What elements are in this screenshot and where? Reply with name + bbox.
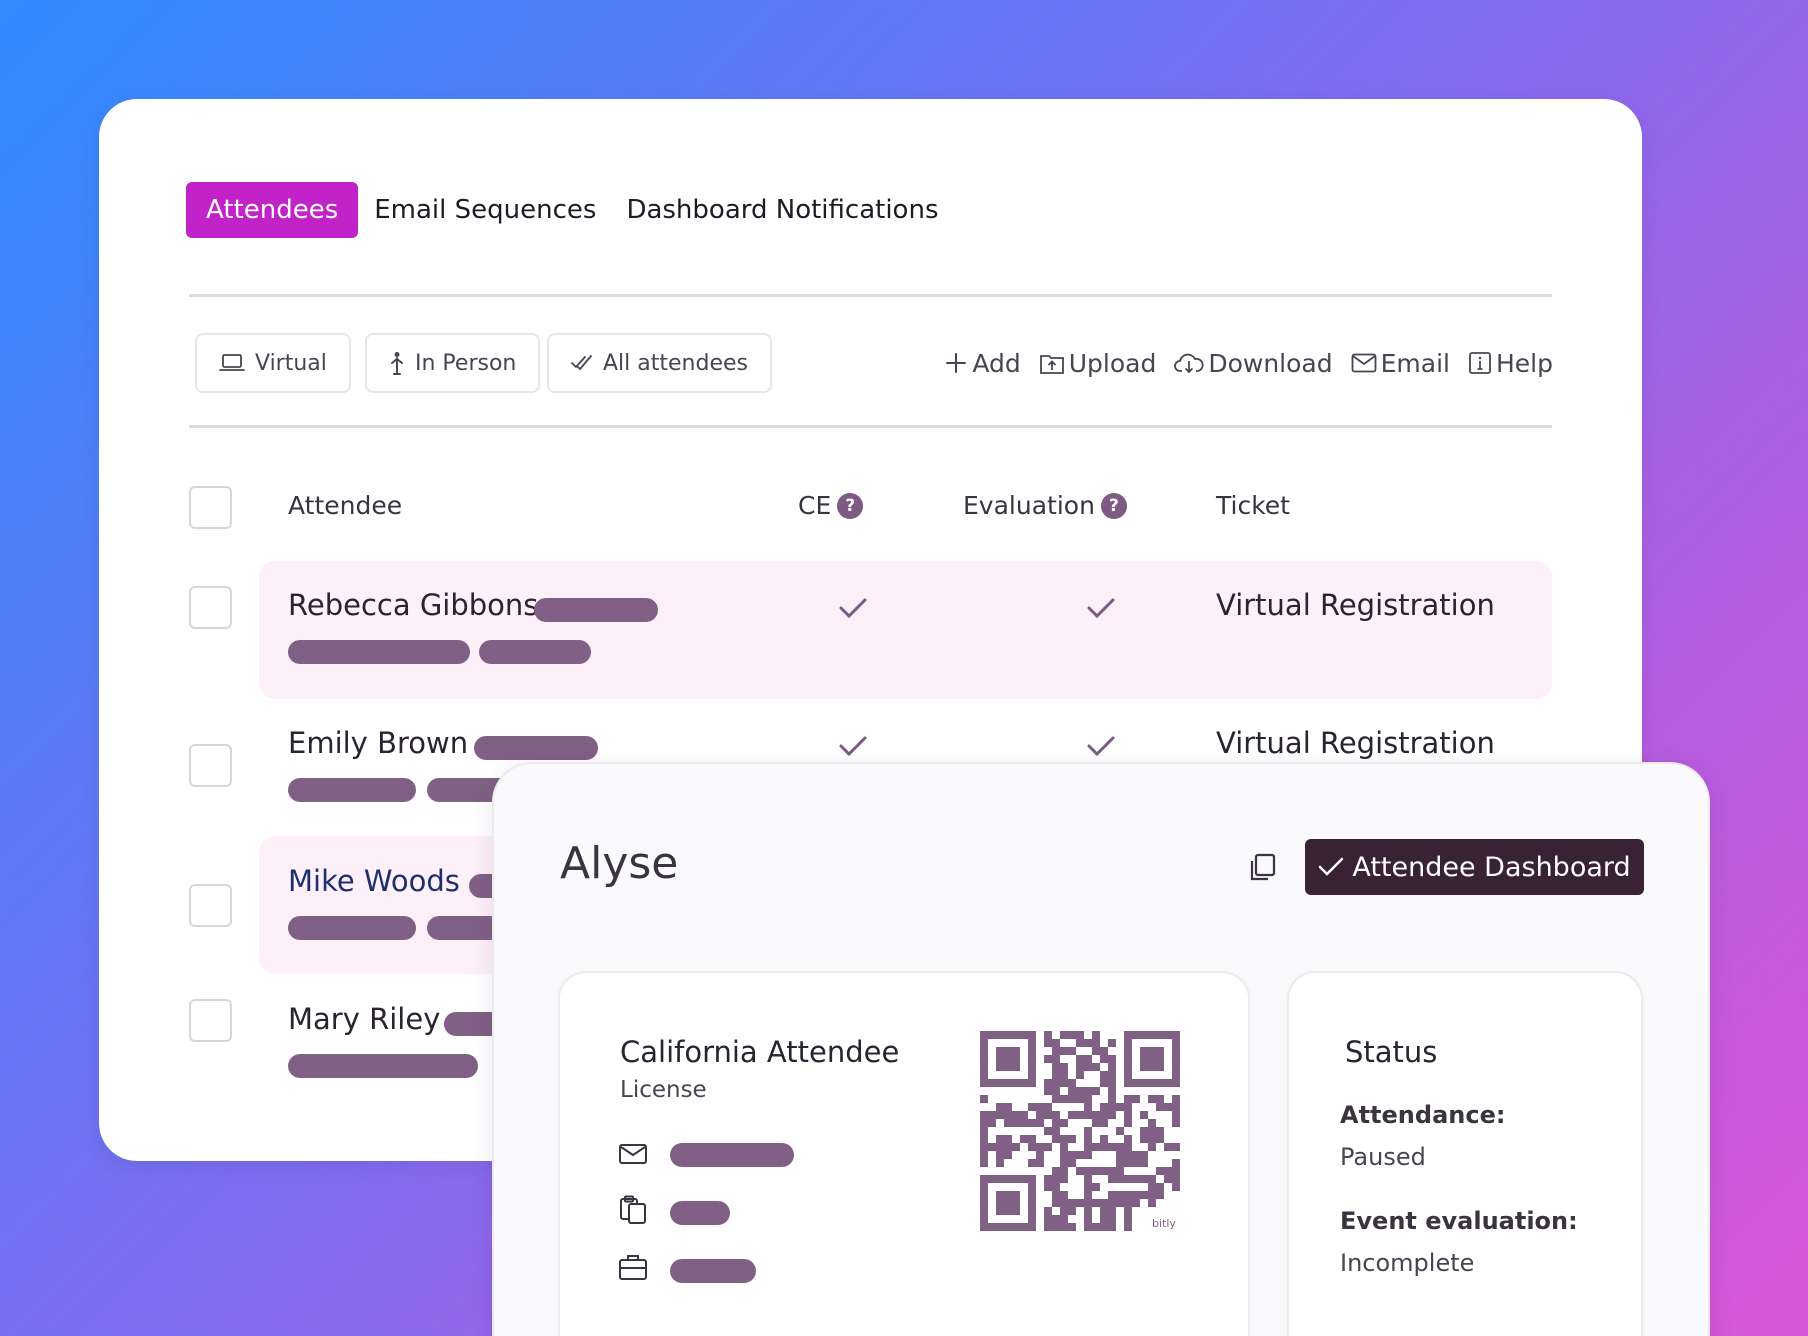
toolbar-actions: Add Upload Download Email Help	[926, 335, 1553, 391]
attendee-name[interactable]: Rebecca Gibbons	[288, 588, 538, 622]
upload-button[interactable]: Upload	[1039, 348, 1157, 378]
help-question-icon[interactable]: ?	[1100, 492, 1127, 519]
status-title: Status	[1345, 1035, 1438, 1069]
filter-virtual-button[interactable]: Virtual	[195, 333, 351, 393]
copy-icon[interactable]	[1246, 852, 1278, 884]
upload-label: Upload	[1068, 348, 1157, 378]
evaluation-check-icon	[1087, 736, 1115, 757]
download-button[interactable]: Download	[1174, 348, 1333, 378]
mail-icon	[619, 1144, 647, 1164]
attendee-name[interactable]: Mary Riley	[288, 1002, 440, 1036]
email-label: Email	[1380, 348, 1450, 378]
filter-in-person-label: In Person	[415, 350, 517, 376]
add-button[interactable]: Add	[944, 348, 1021, 378]
attendee-name[interactable]: Emily Brown	[288, 726, 468, 760]
redacted-tag	[288, 1054, 478, 1078]
redacted-value	[670, 1201, 730, 1225]
column-header-ce[interactable]: CE?	[798, 491, 864, 520]
attendance-label: Attendance:	[1340, 1101, 1506, 1129]
help-label: Help	[1496, 348, 1553, 378]
row-checkbox[interactable]	[189, 999, 232, 1042]
select-all-checkbox[interactable]	[189, 486, 232, 529]
filter-in-person-button[interactable]: In Person	[365, 333, 541, 393]
evaluation-check-icon	[1087, 598, 1115, 619]
qr-watermark: bitly	[1152, 1217, 1176, 1230]
help-button[interactable]: Help	[1468, 349, 1553, 378]
ce-check-icon	[839, 598, 867, 619]
row-checkbox[interactable]	[189, 884, 232, 927]
status-card: Status Attendance: Paused Event evaluati…	[1287, 971, 1643, 1336]
redacted-tag	[534, 598, 658, 622]
redacted-value	[670, 1259, 756, 1283]
attendee-detail-panel: Alyse Attendee Dashboard California Atte…	[492, 762, 1710, 1336]
attendance-value: Paused	[1340, 1143, 1426, 1171]
filter-all-attendees-label: All attendees	[603, 350, 748, 376]
double-check-icon	[571, 355, 592, 371]
tab-attendees[interactable]: Attendees	[186, 182, 359, 238]
license-subtitle: License	[620, 1077, 707, 1103]
filter-all-attendees-button[interactable]: All attendees	[547, 333, 772, 393]
redacted-tag	[479, 640, 591, 664]
plus-icon	[946, 353, 967, 373]
attendee-dashboard-label: Attendee Dashboard	[1352, 851, 1631, 883]
attendee-name[interactable]: Mike Woods	[288, 864, 460, 898]
redacted-tag	[288, 916, 416, 940]
redacted-tag	[474, 736, 598, 760]
info-icon	[1469, 352, 1491, 374]
event-evaluation-label: Event evaluation:	[1340, 1207, 1578, 1235]
person-icon	[391, 352, 403, 375]
license-title: California Attendee	[620, 1035, 900, 1069]
check-icon	[1319, 857, 1344, 876]
row-checkbox[interactable]	[189, 744, 232, 787]
license-card: California Attendee License bitly	[558, 971, 1250, 1336]
ticket-type: Virtual Registration	[1216, 726, 1495, 760]
redacted-tag	[288, 640, 470, 664]
tab-bar: Attendees Email Sequences Dashboard Noti…	[186, 182, 955, 238]
qr-code: bitly	[980, 1031, 1180, 1231]
filter-virtual-label: Virtual	[255, 350, 327, 376]
row-checkbox[interactable]	[189, 586, 232, 629]
clipboard-icon	[620, 1195, 646, 1224]
table-row-highlight	[259, 561, 1552, 699]
column-header-evaluation[interactable]: Evaluation?	[963, 491, 1127, 520]
upload-icon	[1039, 355, 1064, 374]
event-evaluation-value: Incomplete	[1340, 1249, 1475, 1277]
ce-check-icon	[839, 736, 867, 757]
divider	[189, 294, 1552, 297]
download-label: Download	[1208, 348, 1333, 378]
mail-icon	[1351, 353, 1377, 373]
column-header-attendee[interactable]: Attendee	[288, 491, 402, 520]
briefcase-icon	[619, 1255, 647, 1280]
tab-email-sequences[interactable]: Email Sequences	[360, 182, 610, 238]
help-question-icon[interactable]: ?	[837, 492, 864, 519]
laptop-icon	[219, 354, 245, 371]
column-header-ticket[interactable]: Ticket	[1216, 491, 1290, 520]
redacted-tag	[288, 778, 416, 802]
redacted-value	[670, 1143, 794, 1167]
cloud-download-icon	[1174, 353, 1204, 374]
attendee-name-title: Alyse	[560, 838, 679, 889]
tab-dashboard-notifications[interactable]: Dashboard Notifications	[612, 182, 952, 238]
email-button[interactable]: Email	[1351, 349, 1450, 378]
add-label: Add	[972, 348, 1021, 378]
attendee-dashboard-button[interactable]: Attendee Dashboard	[1305, 839, 1644, 895]
divider	[189, 425, 1552, 428]
ticket-type: Virtual Registration	[1216, 588, 1495, 622]
